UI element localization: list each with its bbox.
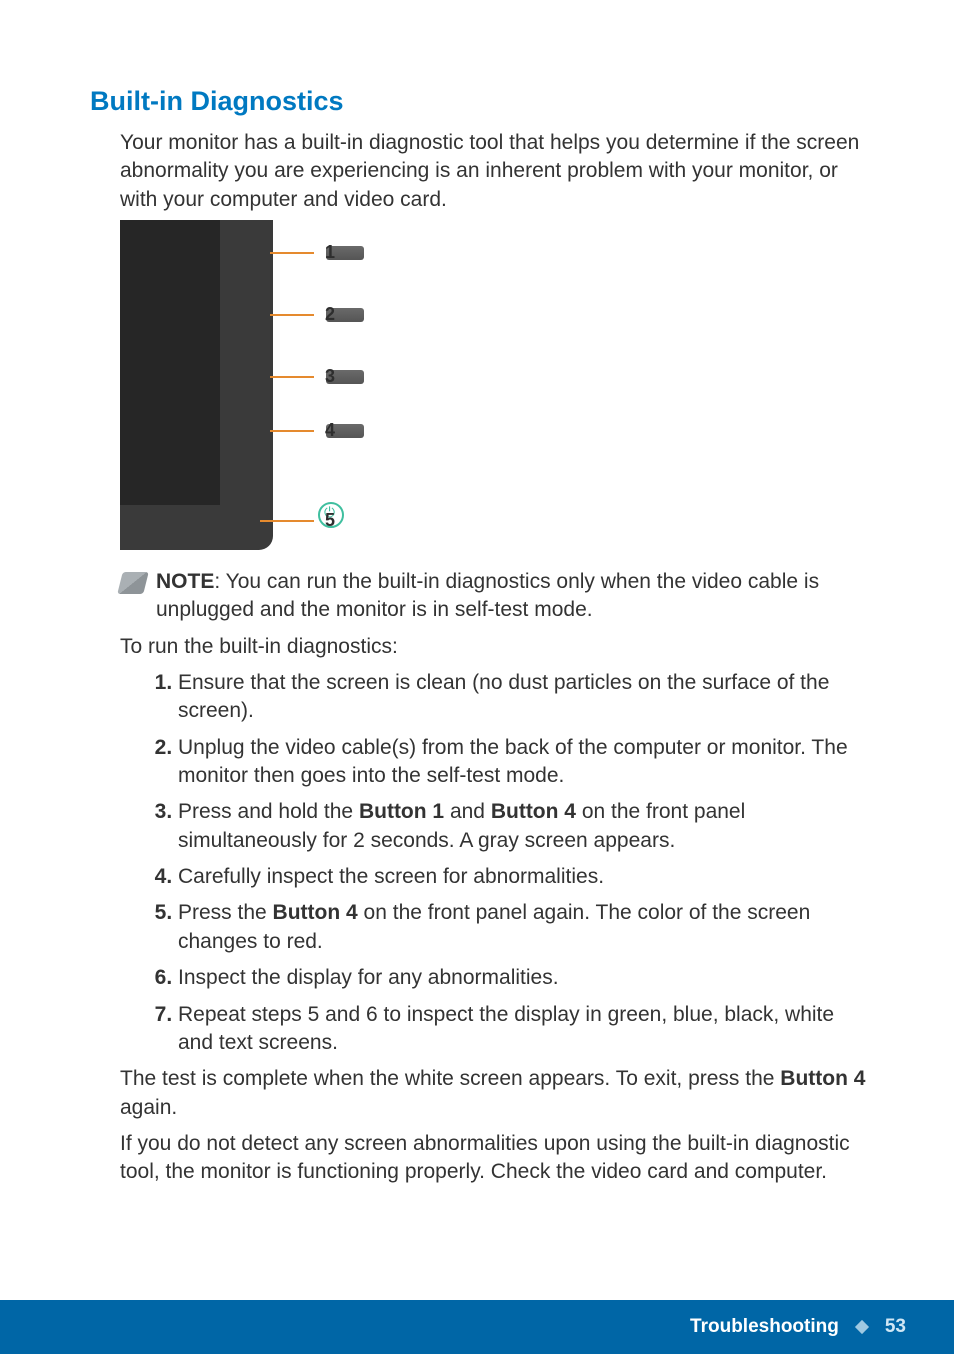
step-6: Inspect the display for any abnormalitie… <box>178 964 864 992</box>
step-3-mid: and <box>444 800 491 823</box>
leader-line-4 <box>270 430 314 432</box>
note-block: NOTE: You can run the built-in diagnosti… <box>120 568 874 625</box>
step-5-button4: Button 4 <box>273 901 358 924</box>
note-text: NOTE: You can run the built-in diagnosti… <box>156 568 874 625</box>
document-page: Built-in Diagnostics Your monitor has a … <box>0 0 954 1354</box>
callout-2: 2 <box>325 304 335 325</box>
steps-list: Ensure that the screen is clean (no dust… <box>146 669 874 1057</box>
closing1-a: The test is complete when the white scre… <box>120 1067 780 1090</box>
callout-4: 4 <box>325 420 335 441</box>
leader-line-2 <box>270 314 314 316</box>
step-2: Unplug the video cable(s) from the back … <box>178 734 864 791</box>
step-3-text-a: Press and hold the <box>178 800 359 823</box>
step-7: Repeat steps 5 and 6 to inspect the disp… <box>178 1001 864 1058</box>
monitor-screen <box>120 220 220 505</box>
callout-3: 3 <box>325 366 335 387</box>
callout-5: 5 <box>325 510 335 531</box>
step-3-button4: Button 4 <box>491 800 576 823</box>
closing-paragraph-1: The test is complete when the white scre… <box>120 1065 874 1122</box>
step-5: Press the Button 4 on the front panel ag… <box>178 899 864 956</box>
note-icon <box>117 572 148 594</box>
step-4: Carefully inspect the screen for abnorma… <box>178 863 864 891</box>
run-instruction: To run the built-in diagnostics: <box>120 633 874 661</box>
step-1: Ensure that the screen is clean (no dust… <box>178 669 864 726</box>
note-body: : You can run the built-in diagnostics o… <box>156 570 819 621</box>
step-3: Press and hold the Button 1 and Button 4… <box>178 798 864 855</box>
diamond-icon <box>855 1320 869 1334</box>
section-heading: Built-in Diagnostics <box>90 86 874 117</box>
page-footer: Troubleshooting 53 <box>0 1300 954 1354</box>
step-3-button1: Button 1 <box>359 800 444 823</box>
closing1-button4: Button 4 <box>780 1067 865 1090</box>
step-5-text-a: Press the <box>178 901 273 924</box>
leader-line-1 <box>270 252 314 254</box>
footer-page-number: 53 <box>885 1316 906 1338</box>
leader-line-3 <box>270 376 314 378</box>
callout-1: 1 <box>325 242 335 263</box>
note-label: NOTE <box>156 570 214 593</box>
closing-paragraph-2: If you do not detect any screen abnormal… <box>120 1130 874 1187</box>
intro-paragraph: Your monitor has a built-in diagnostic t… <box>120 129 874 214</box>
closing1-c: again. <box>120 1096 177 1119</box>
monitor-buttons-diagram: 1 2 3 4 5 <box>120 220 360 550</box>
leader-line-5 <box>260 520 314 522</box>
footer-section-name: Troubleshooting <box>690 1316 839 1338</box>
